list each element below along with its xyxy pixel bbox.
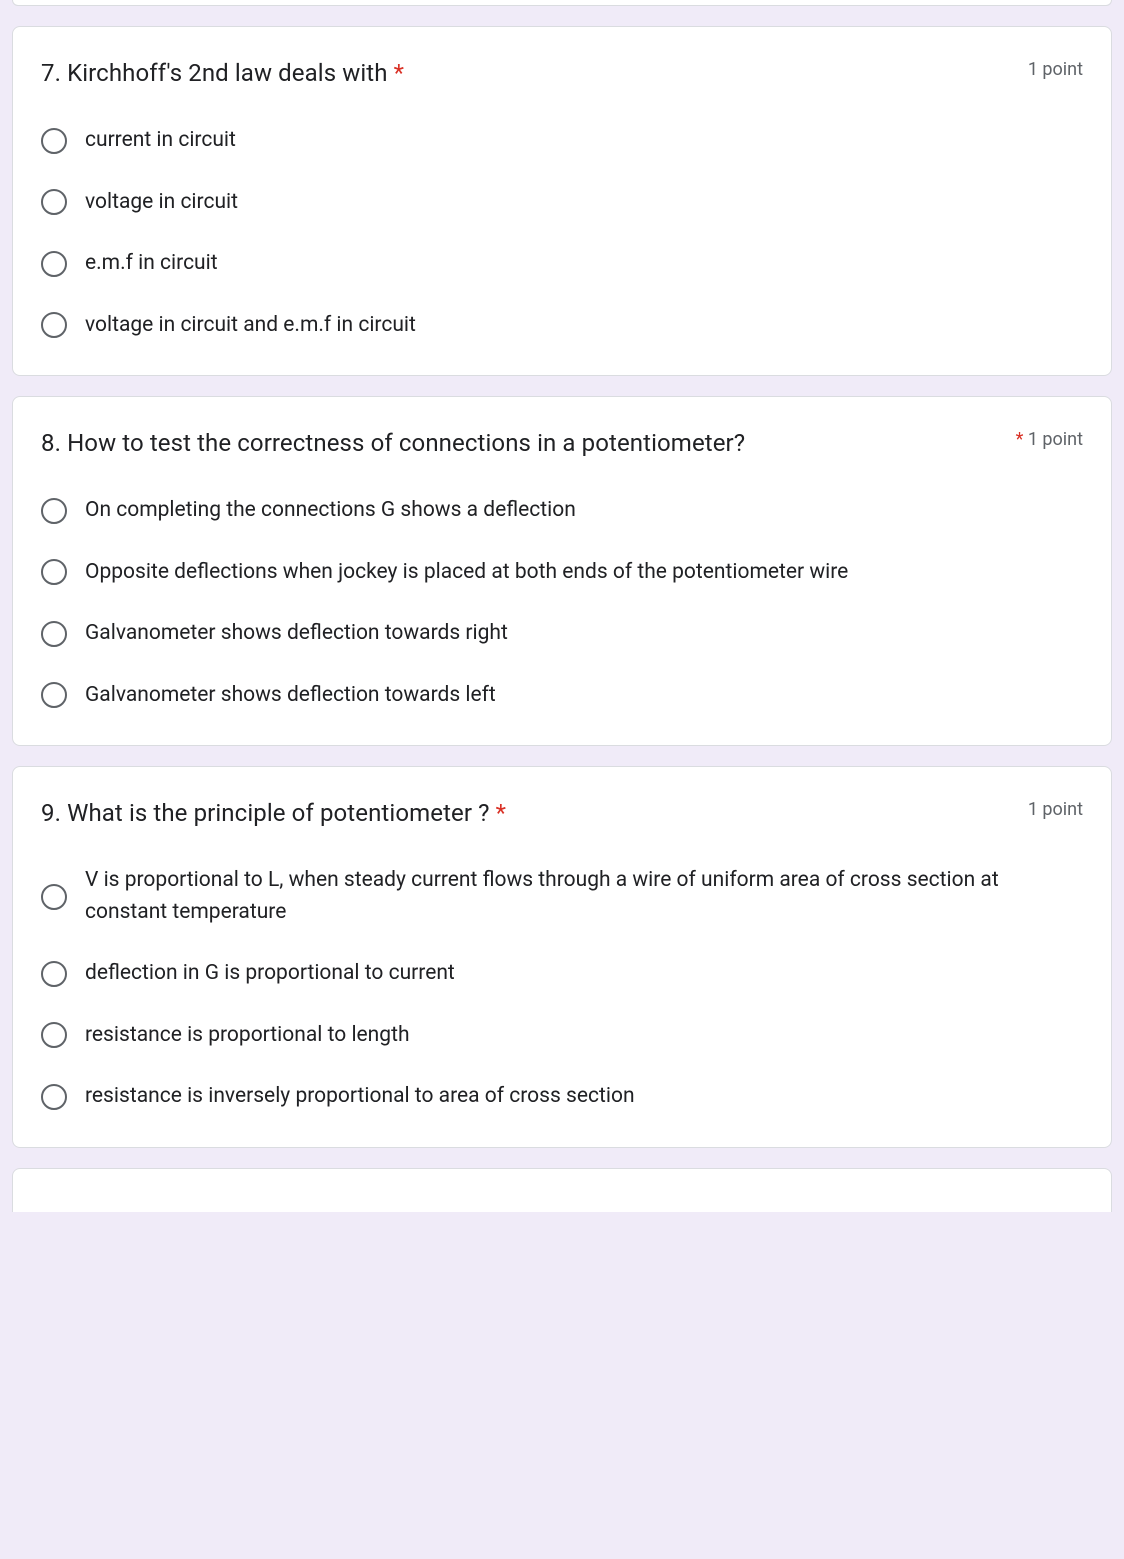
options-group: current in circuit voltage in circuit e.… xyxy=(41,125,1083,341)
required-asterisk: * xyxy=(496,799,506,827)
radio-icon xyxy=(41,884,67,910)
points-label: 1 point xyxy=(1028,59,1083,80)
question-card-9: 9. What is the principle of potentiomete… xyxy=(12,766,1112,1148)
required-asterisk: * xyxy=(394,59,404,87)
radio-icon xyxy=(41,682,67,708)
radio-icon xyxy=(41,128,67,154)
question-text: 8. How to test the correctness of connec… xyxy=(41,429,745,457)
question-title: 8. How to test the correctness of connec… xyxy=(41,425,1016,461)
radio-icon xyxy=(41,312,67,338)
previous-card-stub xyxy=(12,0,1112,6)
options-group: On completing the connections G shows a … xyxy=(41,495,1083,711)
question-header: 8. How to test the correctness of connec… xyxy=(41,425,1083,461)
points-label: * 1 point xyxy=(1016,429,1083,450)
radio-icon xyxy=(41,559,67,585)
radio-option[interactable]: resistance is proportional to length xyxy=(41,1020,1083,1052)
radio-option[interactable]: voltage in circuit and e.m.f in circuit xyxy=(41,310,1083,342)
radio-icon xyxy=(41,251,67,277)
question-title: 7. Kirchhoff's 2nd law deals with * xyxy=(41,55,1028,91)
question-card-7: 7. Kirchhoff's 2nd law deals with * 1 po… xyxy=(12,26,1112,376)
option-label: Opposite deflections when jockey is plac… xyxy=(85,557,848,589)
question-header: 7. Kirchhoff's 2nd law deals with * 1 po… xyxy=(41,55,1083,91)
option-label: voltage in circuit and e.m.f in circuit xyxy=(85,310,416,342)
options-group: V is proportional to L, when steady curr… xyxy=(41,865,1083,1113)
radio-icon xyxy=(41,498,67,524)
option-label: resistance is inversely proportional to … xyxy=(85,1081,635,1113)
points-text: 1 point xyxy=(1028,429,1083,450)
radio-option[interactable]: Opposite deflections when jockey is plac… xyxy=(41,557,1083,589)
radio-icon xyxy=(41,189,67,215)
option-label: Galvanometer shows deflection towards ri… xyxy=(85,618,508,650)
next-card-stub xyxy=(12,1168,1112,1212)
option-label: On completing the connections G shows a … xyxy=(85,495,576,527)
radio-icon xyxy=(41,1022,67,1048)
radio-option[interactable]: deflection in G is proportional to curre… xyxy=(41,958,1083,990)
option-label: Galvanometer shows deflection towards le… xyxy=(85,680,496,712)
radio-option[interactable]: On completing the connections G shows a … xyxy=(41,495,1083,527)
question-title: 9. What is the principle of potentiomete… xyxy=(41,795,1028,831)
option-label: resistance is proportional to length xyxy=(85,1020,410,1052)
radio-option[interactable]: e.m.f in circuit xyxy=(41,248,1083,280)
radio-option[interactable]: Galvanometer shows deflection towards ri… xyxy=(41,618,1083,650)
option-label: current in circuit xyxy=(85,125,236,157)
radio-icon xyxy=(41,621,67,647)
radio-option[interactable]: voltage in circuit xyxy=(41,187,1083,219)
radio-icon xyxy=(41,1084,67,1110)
question-header: 9. What is the principle of potentiomete… xyxy=(41,795,1083,831)
option-label: voltage in circuit xyxy=(85,187,238,219)
option-label: deflection in G is proportional to curre… xyxy=(85,958,455,990)
radio-option[interactable]: Galvanometer shows deflection towards le… xyxy=(41,680,1083,712)
option-label: e.m.f in circuit xyxy=(85,248,218,280)
question-text: 7. Kirchhoff's 2nd law deals with xyxy=(41,59,394,87)
question-text: 9. What is the principle of potentiomete… xyxy=(41,799,496,827)
radio-option[interactable]: V is proportional to L, when steady curr… xyxy=(41,865,1083,928)
option-label: V is proportional to L, when steady curr… xyxy=(85,865,1083,928)
radio-option[interactable]: resistance is inversely proportional to … xyxy=(41,1081,1083,1113)
question-card-8: 8. How to test the correctness of connec… xyxy=(12,396,1112,746)
radio-icon xyxy=(41,961,67,987)
required-asterisk: * xyxy=(1016,429,1024,450)
points-label: 1 point xyxy=(1028,799,1083,820)
radio-option[interactable]: current in circuit xyxy=(41,125,1083,157)
